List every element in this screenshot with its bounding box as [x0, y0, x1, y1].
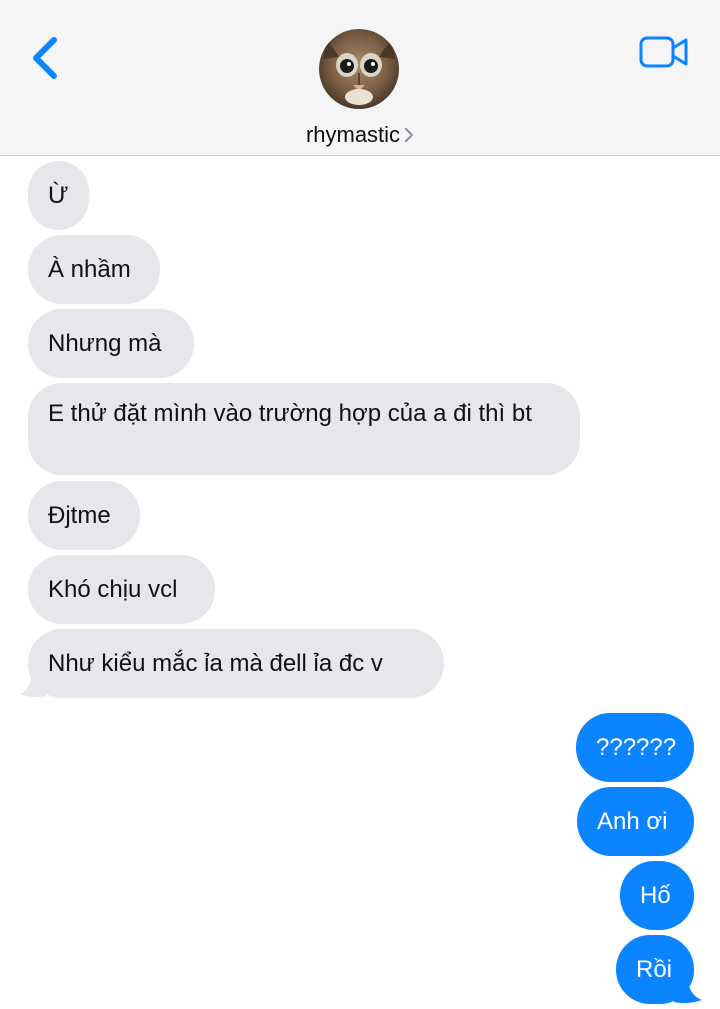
message-text: Anh ơi	[597, 808, 668, 835]
received-message[interactable]: Ừ	[28, 161, 89, 230]
contact-avatar[interactable]	[319, 29, 399, 109]
received-message[interactable]: Như kiểu mắc ỉa mà đell ỉa đc v	[28, 629, 444, 698]
contact-name-button[interactable]: rhymastic	[0, 119, 720, 151]
received-message[interactable]: Khó chịu vcl	[28, 555, 215, 624]
received-message[interactable]: Đjtme	[28, 481, 140, 550]
message-text: ??????	[596, 734, 677, 761]
message-text: Ừ	[48, 182, 69, 209]
video-call-button[interactable]	[638, 34, 690, 70]
chevron-right-icon	[404, 120, 414, 152]
received-message[interactable]: E thử đặt mình vào trường hợp của a đi t…	[28, 383, 580, 475]
message-text: E thử đặt mình vào trường hợp của a đi t…	[48, 400, 532, 427]
back-button[interactable]	[26, 32, 66, 84]
message-text: À nhầm	[48, 256, 131, 283]
bubble-tail	[674, 976, 702, 1004]
cat-photo	[319, 29, 399, 109]
sent-message[interactable]: ??????	[576, 713, 694, 782]
message-text: Như kiểu mắc ỉa mà đell ỉa đc v	[48, 650, 383, 677]
message-text: Khó chịu vcl	[48, 576, 178, 603]
sent-message[interactable]: Anh ơi	[577, 787, 694, 856]
sent-message[interactable]: Hố	[620, 861, 694, 930]
conversation-header: rhymastic	[0, 0, 720, 156]
message-text: Rồi	[636, 956, 673, 983]
message-text: Đjtme	[48, 502, 111, 529]
received-message[interactable]: À nhầm	[28, 235, 160, 304]
bubble-tail	[20, 670, 46, 698]
video-camera-icon	[639, 36, 688, 68]
message-text: Hố	[640, 882, 671, 909]
message-text: Nhưng mà	[48, 330, 162, 357]
received-message[interactable]: Nhưng mà	[28, 309, 194, 378]
contact-name: rhymastic	[305, 122, 401, 147]
chevron-left-icon	[33, 37, 57, 79]
